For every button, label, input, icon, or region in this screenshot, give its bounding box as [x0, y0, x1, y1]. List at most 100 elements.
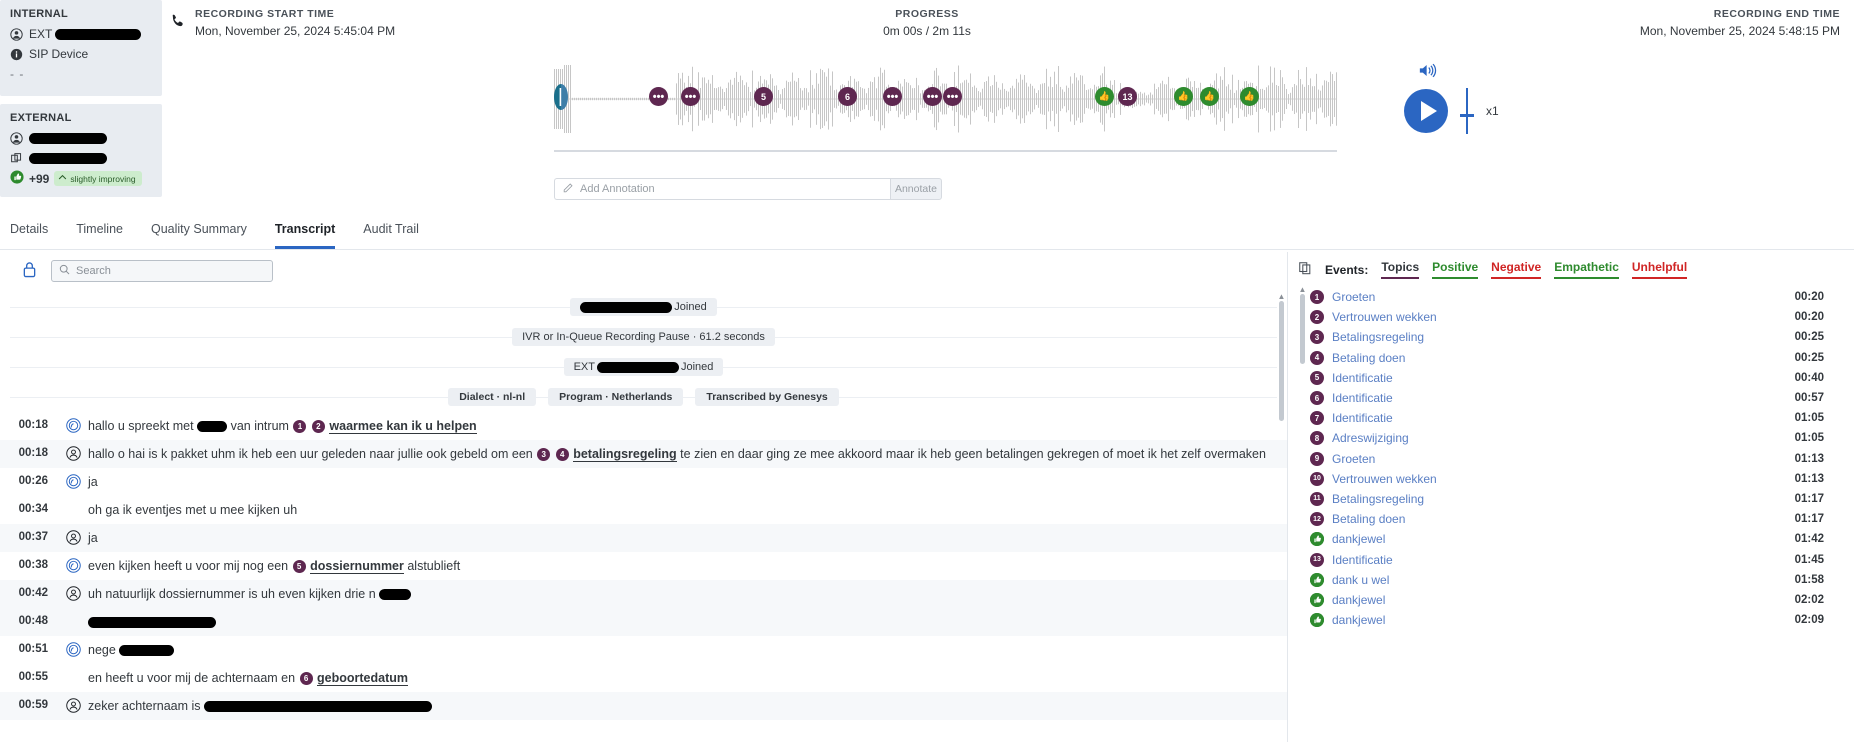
topic-marker-badge[interactable]: 3 [537, 448, 551, 462]
search-input[interactable]: Search [51, 260, 273, 282]
event-row[interactable]: 10 Vertrouwen wekken 01:13 [1310, 469, 1824, 489]
topic-marker-badge[interactable]: 6 [299, 672, 313, 686]
event-row[interactable]: 1 Groeten 00:20 [1310, 287, 1824, 307]
tab-quality-summary[interactable]: Quality Summary [151, 222, 247, 249]
event-row[interactable]: dankjewel 02:02 [1310, 590, 1824, 610]
annotation-bar[interactable]: Add Annotation Annotate [554, 178, 942, 200]
event-name[interactable]: Vertrouwen wekken [1332, 310, 1795, 324]
tab-details[interactable]: Details [10, 222, 48, 249]
event-name[interactable]: Betaling doen [1332, 512, 1795, 526]
event-row[interactable]: dankjewel 02:09 [1310, 610, 1824, 630]
event-name[interactable]: Betalingsregeling [1332, 492, 1795, 506]
event-row[interactable]: dankjewel 01:42 [1310, 529, 1824, 549]
tab-audit-trail[interactable]: Audit Trail [363, 222, 419, 249]
playhead-handle[interactable] [554, 84, 568, 110]
waveform-marker-positive[interactable]: 👍 [1240, 87, 1259, 106]
topic-phrase[interactable]: betalingsregeling [573, 447, 677, 462]
event-name[interactable]: Betaling doen [1332, 351, 1795, 365]
waveform-marker-topic[interactable]: ••• [923, 87, 942, 106]
event-name[interactable]: Groeten [1332, 290, 1795, 304]
detail-tabs[interactable]: Details Timeline Quality Summary Transcript… [0, 222, 1854, 250]
volume-icon[interactable] [1418, 62, 1524, 82]
topic-phrase[interactable]: waarmee kan ik u helpen [329, 419, 477, 434]
topic-marker-badge[interactable]: 2 [311, 420, 325, 434]
transcript-row[interactable]: 00:55 en heeft u voor mij de achternaam e… [0, 664, 1287, 692]
event-row[interactable]: 4 Betaling doen 00:25 [1310, 348, 1824, 368]
events-filter-negative[interactable]: Negative [1491, 260, 1542, 279]
event-name[interactable]: Identificatie [1332, 391, 1795, 405]
event-name[interactable]: Identificatie [1332, 553, 1795, 567]
waveform-marker-topic[interactable]: ••• [649, 87, 668, 106]
event-name[interactable]: Groeten [1332, 452, 1795, 466]
event-row[interactable]: 6 Identificatie 00:57 [1310, 388, 1824, 408]
annotate-button[interactable]: Annotate [890, 178, 942, 200]
events-list[interactable]: 1 Groeten 00:20 2 Vertrouwen wekken 00:20 3 Bet… [1288, 287, 1854, 630]
event-row[interactable]: 12 Betaling doen 01:17 [1310, 509, 1824, 529]
speed-slider-thumb[interactable] [1460, 114, 1474, 117]
transcript-row[interactable]: 00:38 even kijken heeft u voor mij nog ee… [0, 552, 1287, 580]
event-name[interactable]: Identificatie [1332, 411, 1795, 425]
waveform-marker-positive[interactable]: 👍 [1095, 87, 1114, 106]
transcript-scrollbar[interactable]: ▲ [1277, 292, 1286, 732]
transcript-row[interactable]: 00:51 nege [0, 636, 1287, 664]
waveform-marker-positive[interactable]: 👍 [1174, 87, 1193, 106]
event-name[interactable]: dank u wel [1332, 573, 1795, 587]
event-name[interactable]: Betalingsregeling [1332, 330, 1795, 344]
event-row[interactable]: 7 Identificatie 01:05 [1310, 408, 1824, 428]
waveform-marker-positive[interactable]: 👍 [1200, 87, 1219, 106]
copy-icon[interactable] [1298, 261, 1312, 278]
event-row[interactable]: 5 Identificatie 00:40 [1310, 368, 1824, 388]
transcript-row[interactable]: 00:18 hallo u spreekt met van intrum 1 2 … [0, 412, 1287, 440]
waveform-marker-topic[interactable]: ••• [681, 87, 700, 106]
event-row[interactable]: dank u wel 01:58 [1310, 570, 1824, 590]
scroll-up-arrow[interactable]: ▲ [1277, 292, 1286, 301]
event-name[interactable]: Vertrouwen wekken [1332, 472, 1795, 486]
events-filter-positive[interactable]: Positive [1432, 260, 1479, 279]
waveform-marker-topic[interactable]: 13 [1118, 87, 1137, 106]
events-scroll-up-arrow[interactable]: ▲ [1298, 286, 1307, 294]
events-filter-group[interactable]: Topics Positive Negative Empathetic Unhelpfu… [1381, 260, 1688, 279]
event-row[interactable]: 11 Betalingsregeling 01:17 [1310, 489, 1824, 509]
lock-icon[interactable] [22, 261, 37, 281]
tab-timeline[interactable]: Timeline [76, 222, 123, 249]
scrub-track[interactable] [554, 150, 1337, 152]
events-filter-unhelpful[interactable]: Unhelpful [1631, 260, 1688, 279]
events-scrollbar-thumb[interactable] [1300, 294, 1305, 364]
transcript-row[interactable]: 00:48 [0, 608, 1287, 636]
topic-marker-badge[interactable]: 4 [555, 448, 569, 462]
event-row[interactable]: 13 Identificatie 01:45 [1310, 549, 1824, 569]
event-name[interactable]: Adreswijziging [1332, 431, 1795, 445]
event-row[interactable]: 3 Betalingsregeling 00:25 [1310, 327, 1824, 347]
event-name[interactable]: dankjewel [1332, 532, 1795, 546]
transcript-scroll-area[interactable]: Joined IVR or In-Queue Recording Pause · … [0, 292, 1287, 732]
events-filter-empathetic[interactable]: Empathetic [1554, 260, 1619, 279]
waveform-marker-topic[interactable]: ••• [883, 87, 902, 106]
waveform-marker-topic[interactable]: 5 [754, 87, 773, 106]
transcript-row[interactable]: 00:59 zeker achternaam is [0, 692, 1287, 720]
events-scrollbar[interactable]: ▲ [1298, 286, 1307, 726]
event-name[interactable]: Identificatie [1332, 371, 1795, 385]
topic-marker-badge[interactable]: 1 [293, 420, 307, 434]
transcript-row[interactable]: 00:34 oh ga ik eventjes met u mee kijken … [0, 496, 1287, 524]
playback-controls[interactable]: x1 [1404, 62, 1524, 134]
events-filter-topics[interactable]: Topics [1381, 260, 1420, 279]
transcript-row[interactable]: 00:18 hallo o hai is k pakket uhm ik heb … [0, 440, 1287, 468]
play-button[interactable] [1404, 89, 1448, 133]
play-row[interactable]: x1 [1404, 88, 1524, 134]
transcript-search-row[interactable]: Search [0, 252, 1287, 292]
transcript-scrollbar-thumb[interactable] [1279, 301, 1284, 421]
topic-marker-badge[interactable]: 5 [292, 560, 306, 574]
event-name[interactable]: dankjewel [1332, 593, 1795, 607]
annotation-input[interactable]: Add Annotation [554, 178, 890, 200]
speed-slider[interactable] [1460, 88, 1474, 134]
waveform-marker-topic[interactable]: 6 [838, 87, 857, 106]
event-name[interactable]: dankjewel [1332, 613, 1795, 627]
transcript-row[interactable]: 00:42 uh natuurlijk dossiernummer is uh e… [0, 580, 1287, 608]
tab-transcript[interactable]: Transcript [274, 222, 336, 249]
transcript-row[interactable]: 00:37 ja [0, 524, 1287, 552]
topic-phrase[interactable]: dossiernummer [310, 559, 404, 574]
topic-phrase[interactable]: geboortedatum [317, 671, 409, 686]
event-row[interactable]: 9 Groeten 01:13 [1310, 449, 1824, 469]
transcript-row[interactable]: 00:26 ja [0, 468, 1287, 496]
event-row[interactable]: 8 Adreswijziging 01:05 [1310, 428, 1824, 448]
